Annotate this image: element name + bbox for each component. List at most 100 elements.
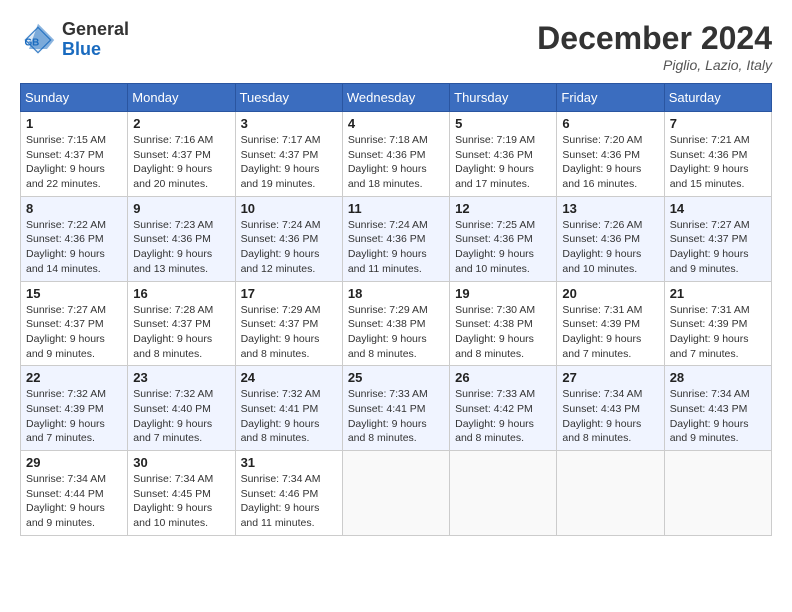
calendar-cell: 16 Sunrise: 7:28 AM Sunset: 4:37 PM Dayl… bbox=[128, 281, 235, 366]
calendar-cell: 4 Sunrise: 7:18 AM Sunset: 4:36 PM Dayli… bbox=[342, 112, 449, 197]
day-number: 18 bbox=[348, 286, 444, 301]
day-info: Sunrise: 7:24 AM Sunset: 4:36 PM Dayligh… bbox=[241, 218, 337, 277]
calendar-week-row: 22 Sunrise: 7:32 AM Sunset: 4:39 PM Dayl… bbox=[21, 366, 772, 451]
day-info: Sunrise: 7:27 AM Sunset: 4:37 PM Dayligh… bbox=[670, 218, 766, 277]
calendar-week-row: 29 Sunrise: 7:34 AM Sunset: 4:44 PM Dayl… bbox=[21, 451, 772, 536]
calendar-cell: 10 Sunrise: 7:24 AM Sunset: 4:36 PM Dayl… bbox=[235, 196, 342, 281]
weekday-header: Sunday bbox=[21, 84, 128, 112]
calendar-cell: 26 Sunrise: 7:33 AM Sunset: 4:42 PM Dayl… bbox=[450, 366, 557, 451]
calendar-cell bbox=[450, 451, 557, 536]
day-info: Sunrise: 7:15 AM Sunset: 4:37 PM Dayligh… bbox=[26, 133, 122, 192]
calendar-cell: 23 Sunrise: 7:32 AM Sunset: 4:40 PM Dayl… bbox=[128, 366, 235, 451]
day-info: Sunrise: 7:16 AM Sunset: 4:37 PM Dayligh… bbox=[133, 133, 229, 192]
day-info: Sunrise: 7:31 AM Sunset: 4:39 PM Dayligh… bbox=[670, 303, 766, 362]
calendar-week-row: 15 Sunrise: 7:27 AM Sunset: 4:37 PM Dayl… bbox=[21, 281, 772, 366]
weekday-header: Monday bbox=[128, 84, 235, 112]
day-info: Sunrise: 7:18 AM Sunset: 4:36 PM Dayligh… bbox=[348, 133, 444, 192]
calendar-cell bbox=[557, 451, 664, 536]
day-info: Sunrise: 7:21 AM Sunset: 4:36 PM Dayligh… bbox=[670, 133, 766, 192]
calendar-cell: 18 Sunrise: 7:29 AM Sunset: 4:38 PM Dayl… bbox=[342, 281, 449, 366]
day-number: 29 bbox=[26, 455, 122, 470]
calendar-cell: 19 Sunrise: 7:30 AM Sunset: 4:38 PM Dayl… bbox=[450, 281, 557, 366]
calendar-week-row: 1 Sunrise: 7:15 AM Sunset: 4:37 PM Dayli… bbox=[21, 112, 772, 197]
day-number: 30 bbox=[133, 455, 229, 470]
calendar-cell: 28 Sunrise: 7:34 AM Sunset: 4:43 PM Dayl… bbox=[664, 366, 771, 451]
day-number: 20 bbox=[562, 286, 658, 301]
calendar-cell: 7 Sunrise: 7:21 AM Sunset: 4:36 PM Dayli… bbox=[664, 112, 771, 197]
day-number: 23 bbox=[133, 370, 229, 385]
calendar-cell: 12 Sunrise: 7:25 AM Sunset: 4:36 PM Dayl… bbox=[450, 196, 557, 281]
day-number: 1 bbox=[26, 116, 122, 131]
calendar-cell: 30 Sunrise: 7:34 AM Sunset: 4:45 PM Dayl… bbox=[128, 451, 235, 536]
day-number: 5 bbox=[455, 116, 551, 131]
weekday-header: Wednesday bbox=[342, 84, 449, 112]
calendar-cell bbox=[342, 451, 449, 536]
day-info: Sunrise: 7:32 AM Sunset: 4:41 PM Dayligh… bbox=[241, 387, 337, 446]
day-number: 15 bbox=[26, 286, 122, 301]
calendar-week-row: 8 Sunrise: 7:22 AM Sunset: 4:36 PM Dayli… bbox=[21, 196, 772, 281]
location: Piglio, Lazio, Italy bbox=[537, 57, 772, 73]
day-info: Sunrise: 7:22 AM Sunset: 4:36 PM Dayligh… bbox=[26, 218, 122, 277]
day-number: 4 bbox=[348, 116, 444, 131]
day-info: Sunrise: 7:23 AM Sunset: 4:36 PM Dayligh… bbox=[133, 218, 229, 277]
day-info: Sunrise: 7:19 AM Sunset: 4:36 PM Dayligh… bbox=[455, 133, 551, 192]
day-number: 28 bbox=[670, 370, 766, 385]
logo-general: General bbox=[62, 19, 129, 39]
day-number: 22 bbox=[26, 370, 122, 385]
day-number: 26 bbox=[455, 370, 551, 385]
calendar-cell: 2 Sunrise: 7:16 AM Sunset: 4:37 PM Dayli… bbox=[128, 112, 235, 197]
day-info: Sunrise: 7:34 AM Sunset: 4:43 PM Dayligh… bbox=[670, 387, 766, 446]
day-info: Sunrise: 7:27 AM Sunset: 4:37 PM Dayligh… bbox=[26, 303, 122, 362]
calendar-cell: 21 Sunrise: 7:31 AM Sunset: 4:39 PM Dayl… bbox=[664, 281, 771, 366]
day-info: Sunrise: 7:29 AM Sunset: 4:37 PM Dayligh… bbox=[241, 303, 337, 362]
calendar-cell: 9 Sunrise: 7:23 AM Sunset: 4:36 PM Dayli… bbox=[128, 196, 235, 281]
day-info: Sunrise: 7:34 AM Sunset: 4:45 PM Dayligh… bbox=[133, 472, 229, 531]
calendar-cell: 17 Sunrise: 7:29 AM Sunset: 4:37 PM Dayl… bbox=[235, 281, 342, 366]
calendar-cell: 11 Sunrise: 7:24 AM Sunset: 4:36 PM Dayl… bbox=[342, 196, 449, 281]
logo-blue: Blue bbox=[62, 39, 101, 59]
day-info: Sunrise: 7:17 AM Sunset: 4:37 PM Dayligh… bbox=[241, 133, 337, 192]
day-info: Sunrise: 7:31 AM Sunset: 4:39 PM Dayligh… bbox=[562, 303, 658, 362]
day-number: 9 bbox=[133, 201, 229, 216]
day-info: Sunrise: 7:33 AM Sunset: 4:42 PM Dayligh… bbox=[455, 387, 551, 446]
day-number: 31 bbox=[241, 455, 337, 470]
calendar-cell: 15 Sunrise: 7:27 AM Sunset: 4:37 PM Dayl… bbox=[21, 281, 128, 366]
calendar-cell: 31 Sunrise: 7:34 AM Sunset: 4:46 PM Dayl… bbox=[235, 451, 342, 536]
day-info: Sunrise: 7:32 AM Sunset: 4:40 PM Dayligh… bbox=[133, 387, 229, 446]
day-number: 27 bbox=[562, 370, 658, 385]
logo: GB General Blue bbox=[20, 20, 129, 60]
weekday-header: Tuesday bbox=[235, 84, 342, 112]
day-number: 13 bbox=[562, 201, 658, 216]
weekday-header: Saturday bbox=[664, 84, 771, 112]
weekday-header-row: SundayMondayTuesdayWednesdayThursdayFrid… bbox=[21, 84, 772, 112]
day-info: Sunrise: 7:25 AM Sunset: 4:36 PM Dayligh… bbox=[455, 218, 551, 277]
day-number: 24 bbox=[241, 370, 337, 385]
calendar-cell: 14 Sunrise: 7:27 AM Sunset: 4:37 PM Dayl… bbox=[664, 196, 771, 281]
day-number: 10 bbox=[241, 201, 337, 216]
day-info: Sunrise: 7:29 AM Sunset: 4:38 PM Dayligh… bbox=[348, 303, 444, 362]
day-info: Sunrise: 7:30 AM Sunset: 4:38 PM Dayligh… bbox=[455, 303, 551, 362]
weekday-header: Thursday bbox=[450, 84, 557, 112]
day-info: Sunrise: 7:34 AM Sunset: 4:43 PM Dayligh… bbox=[562, 387, 658, 446]
day-info: Sunrise: 7:33 AM Sunset: 4:41 PM Dayligh… bbox=[348, 387, 444, 446]
day-number: 12 bbox=[455, 201, 551, 216]
svg-text:GB: GB bbox=[25, 37, 40, 48]
day-info: Sunrise: 7:26 AM Sunset: 4:36 PM Dayligh… bbox=[562, 218, 658, 277]
calendar-cell: 6 Sunrise: 7:20 AM Sunset: 4:36 PM Dayli… bbox=[557, 112, 664, 197]
day-number: 3 bbox=[241, 116, 337, 131]
calendar: SundayMondayTuesdayWednesdayThursdayFrid… bbox=[20, 83, 772, 536]
day-info: Sunrise: 7:34 AM Sunset: 4:44 PM Dayligh… bbox=[26, 472, 122, 531]
calendar-cell: 1 Sunrise: 7:15 AM Sunset: 4:37 PM Dayli… bbox=[21, 112, 128, 197]
month-title: December 2024 bbox=[537, 20, 772, 57]
calendar-cell: 3 Sunrise: 7:17 AM Sunset: 4:37 PM Dayli… bbox=[235, 112, 342, 197]
calendar-cell: 20 Sunrise: 7:31 AM Sunset: 4:39 PM Dayl… bbox=[557, 281, 664, 366]
day-number: 14 bbox=[670, 201, 766, 216]
page-header: GB General Blue December 2024 Piglio, La… bbox=[20, 20, 772, 73]
day-number: 11 bbox=[348, 201, 444, 216]
day-number: 25 bbox=[348, 370, 444, 385]
day-info: Sunrise: 7:24 AM Sunset: 4:36 PM Dayligh… bbox=[348, 218, 444, 277]
day-info: Sunrise: 7:34 AM Sunset: 4:46 PM Dayligh… bbox=[241, 472, 337, 531]
day-info: Sunrise: 7:20 AM Sunset: 4:36 PM Dayligh… bbox=[562, 133, 658, 192]
day-number: 7 bbox=[670, 116, 766, 131]
day-number: 16 bbox=[133, 286, 229, 301]
